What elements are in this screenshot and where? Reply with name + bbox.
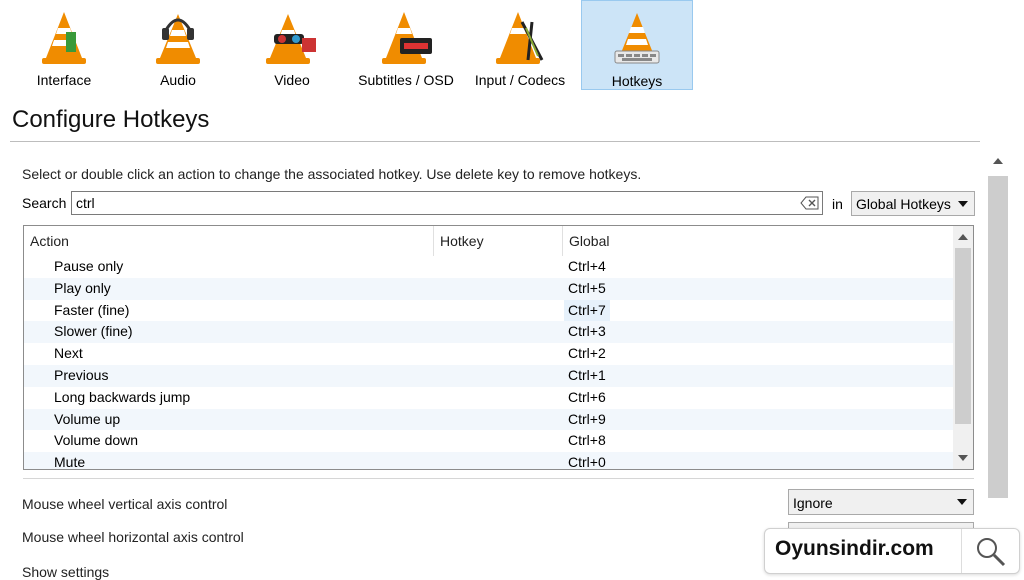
global-cell[interactable]: Ctrl+4: [564, 256, 610, 278]
scroll-up-icon[interactable]: [993, 158, 1003, 164]
scroll-thumb[interactable]: [988, 176, 1008, 498]
table-row[interactable]: Play only Ctrl+5: [24, 277, 954, 300]
category-label: Video: [274, 72, 310, 88]
category-input-codecs[interactable]: Input / Codecs: [464, 0, 576, 90]
global-cell[interactable]: Ctrl+9: [564, 409, 610, 431]
category-interface[interactable]: Interface: [8, 0, 120, 90]
table-row[interactable]: Volume down Ctrl+8: [24, 430, 954, 452]
category-label: Hotkeys: [611, 73, 663, 89]
category-label: Audio: [160, 72, 196, 88]
action-cell: Play only: [54, 279, 111, 296]
column-header-global[interactable]: Global: [563, 226, 953, 256]
table-body: Pause only Ctrl+4 Play only Ctrl+5 Faste…: [24, 256, 954, 470]
category-hotkeys[interactable]: Hotkeys: [581, 0, 693, 90]
global-cell[interactable]: Ctrl+0: [564, 452, 610, 469]
subtitles-icon: [382, 12, 432, 64]
category-label: Subtitles / OSD: [358, 72, 454, 88]
action-cell: Previous: [54, 366, 109, 383]
watermark-divider: [961, 529, 962, 573]
show-settings-label[interactable]: Show settings: [22, 564, 109, 580]
scroll-thumb[interactable]: [955, 248, 971, 424]
global-cell[interactable]: Ctrl+3: [564, 321, 610, 343]
mouse-vertical-select[interactable]: Ignore: [788, 489, 974, 515]
video-icon: [266, 14, 316, 64]
global-cell[interactable]: Ctrl+8: [564, 430, 610, 452]
page-scrollbar[interactable]: [988, 152, 1008, 522]
action-cell: Mute: [54, 454, 86, 470]
action-cell: Next: [54, 345, 83, 362]
hotkeys-table: Action Hotkey Global Pause only Ctrl+4 P…: [23, 225, 974, 470]
chevron-down-icon: [957, 499, 967, 505]
action-cell: Volume down: [54, 432, 139, 449]
interface-icon: [42, 12, 86, 64]
hotkey-scope-select[interactable]: Global Hotkeys: [851, 191, 975, 216]
category-label: Input / Codecs: [474, 72, 566, 88]
search-icon: [977, 538, 1006, 567]
action-cell: Pause only: [54, 258, 124, 274]
table-row[interactable]: Next Ctrl+2: [24, 343, 954, 365]
global-cell[interactable]: Ctrl+2: [564, 343, 610, 365]
table-row[interactable]: Slower (fine) Ctrl+3: [24, 321, 954, 344]
column-header-hotkey[interactable]: Hotkey: [434, 226, 563, 256]
table-row[interactable]: Previous Ctrl+1: [24, 364, 954, 387]
scroll-down-icon[interactable]: [958, 455, 968, 461]
search-label: Search: [22, 195, 67, 211]
table-row[interactable]: Long backwards jump Ctrl+6: [24, 387, 954, 409]
watermark: Oyunsindir.com: [764, 528, 1020, 574]
action-cell: Faster (fine): [54, 301, 130, 318]
category-subtitles[interactable]: Subtitles / OSD: [350, 0, 462, 90]
table-header: Action Hotkey Global: [24, 226, 954, 256]
category-toolbar: Interface Audio Video Subtitles / OSD In…: [0, 0, 1024, 96]
watermark-text: Oyunsindir.com: [775, 537, 934, 560]
global-cell[interactable]: Ctrl+5: [564, 278, 610, 300]
action-cell: Volume up: [54, 410, 121, 427]
scroll-up-icon[interactable]: [958, 234, 968, 240]
global-cell-selected[interactable]: Ctrl+7: [564, 299, 610, 322]
clear-search-icon[interactable]: [800, 195, 820, 211]
section-divider: [23, 478, 974, 479]
table-row[interactable]: Faster (fine) Ctrl+7: [24, 299, 954, 322]
search-input[interactable]: [71, 191, 823, 215]
action-cell: Slower (fine): [54, 323, 133, 340]
global-cell[interactable]: Ctrl+1: [564, 365, 610, 387]
title-divider: [10, 141, 980, 142]
table-row[interactable]: Mute Ctrl+0: [24, 452, 954, 470]
table-row[interactable]: Pause only Ctrl+4: [24, 256, 954, 278]
category-video[interactable]: Video: [236, 0, 348, 90]
instructions-text: Select or double click an action to chan…: [22, 166, 642, 182]
mouse-vertical-value: Ignore: [793, 495, 833, 511]
page-title: Configure Hotkeys: [12, 106, 210, 133]
in-label: in: [832, 196, 843, 212]
mouse-vertical-label: Mouse wheel vertical axis control: [22, 496, 228, 512]
table-row[interactable]: Volume up Ctrl+9: [24, 408, 954, 431]
hotkey-scope-value: Global Hotkeys: [856, 196, 951, 212]
global-cell[interactable]: Ctrl+6: [564, 387, 610, 409]
audio-icon: [156, 14, 200, 64]
column-header-action[interactable]: Action: [24, 226, 434, 256]
mouse-horizontal-label: Mouse wheel horizontal axis control: [22, 529, 244, 545]
chevron-down-icon: [958, 201, 968, 207]
input-codecs-icon: [496, 12, 544, 64]
category-label: Interface: [36, 72, 92, 88]
category-audio[interactable]: Audio: [122, 0, 234, 90]
hotkeys-icon: [614, 13, 660, 64]
action-cell: Long backwards jump: [54, 388, 191, 405]
table-scrollbar[interactable]: [953, 226, 973, 469]
